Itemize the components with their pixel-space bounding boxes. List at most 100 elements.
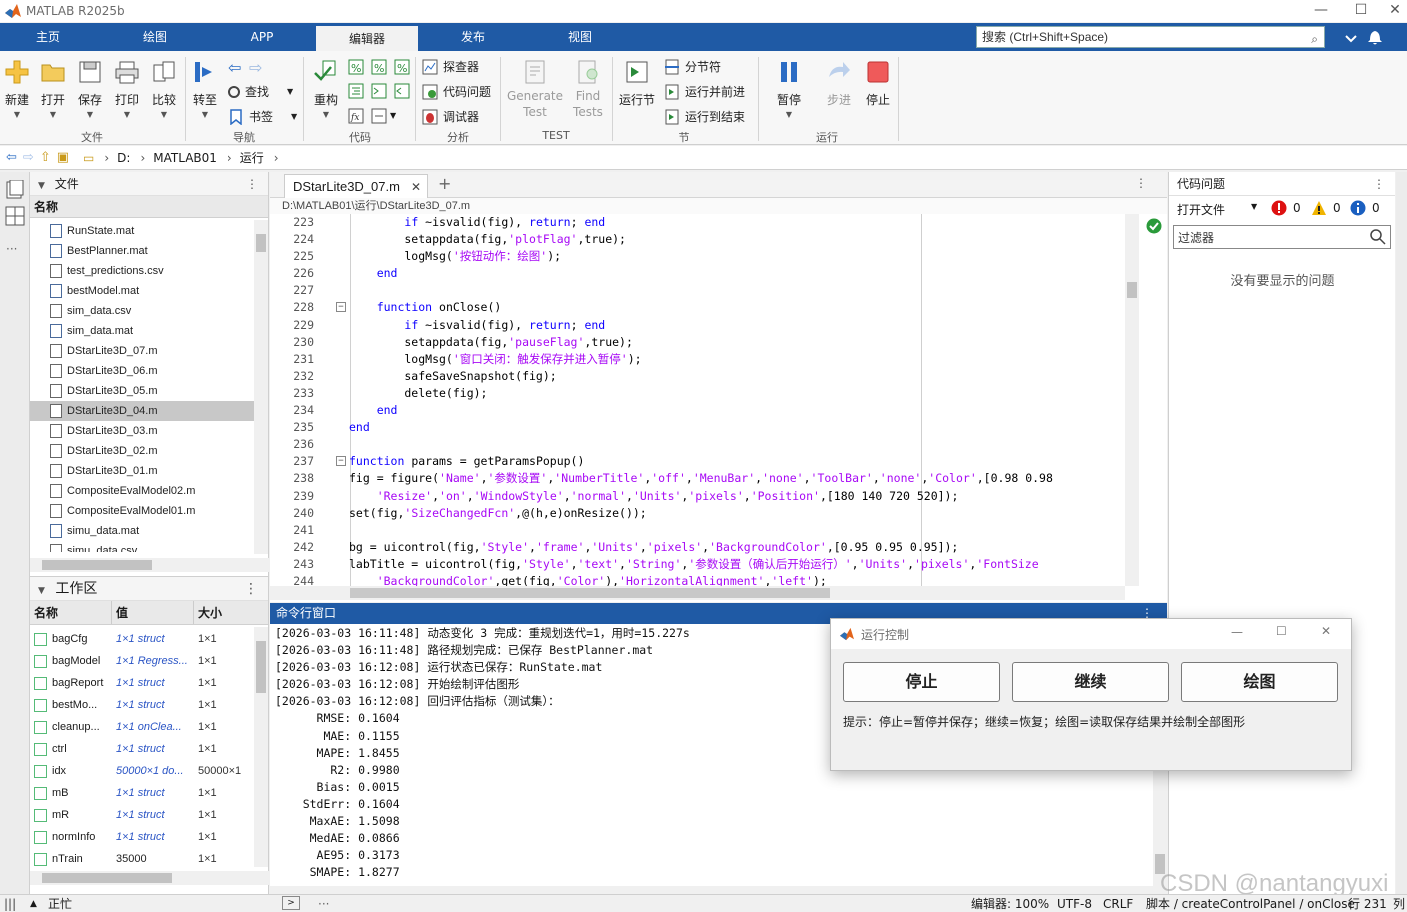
command-prompt-icon[interactable]: > — [282, 896, 300, 910]
list-item[interactable]: simu_data.mat — [30, 521, 268, 541]
list-item[interactable]: bestModel.mat — [30, 281, 268, 301]
horizontal-scrollbar[interactable] — [270, 586, 1125, 600]
minimize-icon[interactable]: — — [1231, 625, 1243, 639]
breadcrumb-drive[interactable]: D: — [117, 151, 130, 165]
panel-menu-icon[interactable]: ⋮ — [1135, 176, 1147, 190]
list-item[interactable]: DStarLite3D_03.m — [30, 421, 268, 441]
code-check-ok-icon[interactable] — [1146, 218, 1162, 234]
list-item[interactable]: test_predictions.csv — [30, 261, 268, 281]
vertical-scrollbar[interactable] — [1125, 214, 1139, 586]
code-area[interactable]: 223 if ~isvalid(fig), return; end 224 set… — [270, 214, 1125, 586]
tab-plots[interactable]: 绘图 — [115, 23, 195, 51]
stop-button[interactable]: 停止 — [862, 59, 894, 108]
table-row[interactable]: cleanup... 1×1 onClea... 1×1 — [30, 716, 268, 738]
back-arrow-icon[interactable]: ⇦ — [228, 58, 241, 77]
chevron-up-icon[interactable]: ▲ — [30, 895, 37, 912]
file-browser-icon[interactable] — [5, 180, 25, 200]
tab-apps[interactable]: APP — [222, 23, 302, 51]
fold-toggle-icon[interactable]: − — [336, 456, 346, 467]
column-header-name[interactable]: 名称 — [30, 601, 112, 624]
dialog-resume-button[interactable]: 继续 — [1012, 662, 1169, 702]
table-row[interactable]: normInfo 1×1 struct 1×1 — [30, 826, 268, 848]
smart-indent-icon[interactable] — [348, 83, 364, 99]
section-break-button[interactable]: 分节符 — [664, 58, 721, 75]
list-item[interactable]: DStarLite3D_02.m — [30, 441, 268, 461]
breadcrumb-folder[interactable]: MATLAB01 — [153, 151, 217, 165]
list-item[interactable]: RunState.mat — [30, 221, 268, 241]
chevron-down-icon[interactable]: ▼ — [390, 111, 396, 120]
panel-menu-icon[interactable]: ⋮ — [246, 172, 258, 196]
run-to-end-button[interactable]: 运行到结束 — [664, 108, 745, 125]
code-format-icon[interactable] — [371, 108, 387, 124]
dialog-stop-button[interactable]: 停止 — [843, 662, 1000, 702]
table-row[interactable]: bestMo... 1×1 struct 1×1 — [30, 694, 268, 716]
close-icon[interactable]: ✕ — [1321, 624, 1331, 638]
up-folder-icon[interactable]: ⇧ — [40, 150, 51, 165]
warning-icon[interactable] — [1311, 200, 1327, 216]
close-icon[interactable]: ✕ — [1372, 0, 1407, 22]
list-item[interactable]: simu_data.csv — [30, 541, 268, 552]
list-item[interactable]: DStarLite3D_07.m — [30, 341, 268, 361]
run-and-advance-button[interactable]: 运行并前进 — [664, 83, 745, 100]
tab-publish[interactable]: 发布 — [433, 23, 513, 51]
editor-tab-file[interactable]: DStarLite3D_07.m ✕ — [284, 174, 428, 198]
vertical-scrollbar[interactable] — [254, 627, 268, 867]
column-header-size[interactable]: 大小 — [194, 601, 254, 624]
fx-insert-icon[interactable]: fx — [348, 108, 364, 124]
notification-bell-icon[interactable] — [1367, 28, 1383, 46]
list-item[interactable]: DStarLite3D_04.m — [30, 401, 268, 421]
decrease-indent-icon[interactable] — [394, 83, 410, 99]
dialog-plot-button[interactable]: 绘图 — [1181, 662, 1338, 702]
find-button[interactable]: 查找 ▼ — [228, 83, 293, 100]
breadcrumb-folder[interactable]: 运行 — [240, 149, 264, 166]
status-eol[interactable]: CRLF — [1103, 895, 1133, 912]
pause-button[interactable]: 暂停 ▼ — [773, 59, 805, 119]
table-row[interactable]: idx 50000×1 do... 50000×1 — [30, 760, 268, 782]
tab-view[interactable]: 视图 — [540, 23, 620, 51]
list-item[interactable]: CompositeEvalModel01.m — [30, 501, 268, 521]
profiler-button[interactable]: 探查器 — [422, 58, 479, 75]
status-encoding[interactable]: UTF-8 — [1057, 895, 1092, 912]
code-issues-button[interactable]: 代码问题 — [422, 83, 491, 100]
panel-menu-icon[interactable]: ⋮ — [1373, 172, 1385, 196]
browse-folder-icon[interactable]: ▣ — [57, 150, 69, 165]
step-button[interactable]: 步进 — [822, 59, 856, 108]
find-tests-button[interactable]: Find Tests — [570, 59, 606, 119]
refactor-button[interactable]: 重构 ▼ — [310, 59, 342, 119]
table-row[interactable]: ctrl 1×1 struct 1×1 — [30, 738, 268, 760]
compare-button[interactable]: 比较 ▼ — [149, 59, 179, 119]
table-row[interactable]: bagModel 1×1 Regress... 1×1 — [30, 650, 268, 672]
panel-menu-icon[interactable]: ⋮ — [244, 577, 258, 601]
save-button[interactable]: 保存 ▼ — [75, 59, 105, 119]
more-options-icon[interactable]: ··· — [6, 242, 17, 256]
column-header-name[interactable]: 名称 — [30, 196, 268, 218]
horizontal-scrollbar[interactable] — [30, 558, 269, 572]
comment-icon[interactable]: % — [348, 59, 364, 75]
table-row[interactable]: bagCfg 1×1 struct 1×1 — [30, 628, 268, 650]
list-item[interactable]: DStarLite3D_06.m — [30, 361, 268, 381]
goto-button[interactable]: 转至 ▼ — [190, 59, 220, 119]
horizontal-scrollbar[interactable] — [30, 871, 269, 885]
wrap-comments-icon[interactable]: % — [394, 59, 410, 75]
list-item[interactable]: DStarLite3D_01.m — [30, 461, 268, 481]
fold-toggle-icon[interactable]: − — [336, 302, 346, 313]
new-button[interactable]: 新建 ▼ — [2, 59, 32, 119]
list-item[interactable]: DStarLite3D_05.m — [30, 381, 268, 401]
help-dropdown-icon[interactable] — [1345, 30, 1357, 44]
collapse-icon[interactable]: ▼ — [38, 181, 45, 191]
close-tab-icon[interactable]: ✕ — [411, 175, 421, 199]
forward-arrow-icon[interactable]: ⇨ — [23, 150, 34, 165]
run-section-button[interactable]: 运行节 — [617, 59, 657, 108]
print-button[interactable]: 打印 ▼ — [112, 59, 142, 119]
tab-editor[interactable]: 编辑器 — [316, 23, 418, 51]
table-row[interactable]: bagReport 1×1 struct 1×1 — [30, 672, 268, 694]
error-icon[interactable] — [1271, 200, 1287, 216]
debugger-button[interactable]: 调试器 — [422, 108, 479, 125]
collapse-icon[interactable]: ▼ — [38, 586, 45, 596]
bookmark-button[interactable]: 书签 ▼ — [228, 108, 297, 125]
list-item[interactable]: sim_data.mat — [30, 321, 268, 341]
chevron-down-icon[interactable]: ▼ — [1251, 202, 1257, 211]
search-input[interactable]: 搜索 (Ctrl+Shift+Space) ⌕ — [976, 26, 1325, 48]
back-arrow-icon[interactable]: ⇦ — [6, 150, 17, 165]
list-item[interactable]: sim_data.csv — [30, 301, 268, 321]
